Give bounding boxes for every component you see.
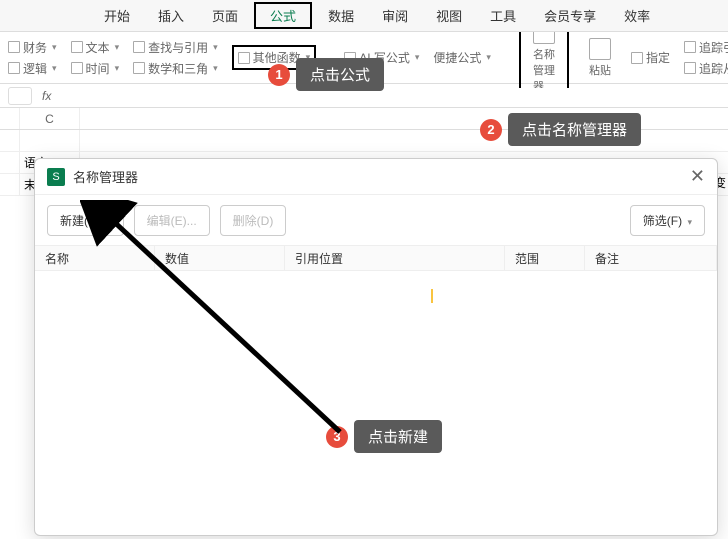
new-button[interactable]: 新建(N)... [47,205,124,236]
ribbon-trace-precedents[interactable]: 追踪引用 [684,39,728,56]
col-header-c[interactable]: C [20,108,80,129]
dialog-column-headers: 名称 数值 引用位置 范围 备注 [35,245,717,271]
name-manager-button[interactable]: 名称管理器 [527,22,561,94]
ribbon-finance[interactable]: 财务▾ [8,39,57,56]
cell[interactable] [20,130,80,151]
ribbon-tabs: 开始 插入 页面 公式 数据 审阅 视图 工具 会员专享 效率 [0,0,728,32]
edit-button: 编辑(E)... [134,205,210,236]
corner-cell[interactable] [0,108,20,129]
ribbon-math[interactable]: 数学和三角▾ [133,60,218,77]
name-manager-dialog: S 名称管理器 ✕ 新建(N)... 编辑(E)... 删除(D) 筛选(F) … [34,158,718,536]
math-icon [133,62,145,74]
tab-page[interactable]: 页面 [198,0,252,31]
annotation-badge-2: 2 [480,119,502,141]
dialog-badge-icon: S [47,168,65,186]
fn-icon [238,52,250,64]
dialog-list-body[interactable] [35,271,717,531]
annotation-text-1: 点击公式 [296,58,384,91]
tab-data[interactable]: 数据 [314,0,368,31]
tab-tools[interactable]: 工具 [476,0,530,31]
tab-member[interactable]: 会员专享 [530,0,610,31]
cursor-indicator [431,289,433,303]
dialog-title: 名称管理器 [73,167,138,186]
col-ref[interactable]: 引用位置 [285,246,505,270]
ribbon-specify[interactable]: 指定 [631,49,670,66]
ribbon-time[interactable]: 时间▾ [71,60,120,77]
chevron-down-icon: ▾ [687,217,692,227]
lookup-icon [133,41,145,53]
name-box[interactable] [8,87,32,105]
annotation-1: 1 点击公式 [268,58,384,91]
ribbon-logic[interactable]: 逻辑▾ [8,60,57,77]
doc-icon [8,62,20,74]
tab-efficiency[interactable]: 效率 [610,0,664,31]
annotation-text-3: 点击新建 [354,420,442,453]
paste-icon [589,38,611,60]
dialog-toolbar: 新建(N)... 编辑(E)... 删除(D) 筛选(F) ▾ [35,195,717,245]
annotation-2: 2 点击名称管理器 [480,113,641,146]
annotation-3: 3 点击新建 [326,420,442,453]
annotation-badge-3: 3 [326,426,348,448]
paste-button[interactable]: 粘贴 [583,38,617,78]
ribbon-text[interactable]: 文本▾ [71,39,120,56]
col-value[interactable]: 数值 [155,246,285,270]
close-icon[interactable]: ✕ [690,166,705,187]
trace-icon [684,41,696,53]
col-comment[interactable]: 备注 [585,246,717,270]
annotation-text-2: 点击名称管理器 [508,113,641,146]
col-name[interactable]: 名称 [35,246,155,270]
dialog-titlebar: S 名称管理器 ✕ [35,159,717,195]
ribbon-trace-dependents[interactable]: 追踪从属 [684,60,728,77]
tab-review[interactable]: 审阅 [368,0,422,31]
annotation-badge-1: 1 [268,64,290,86]
tab-start[interactable]: 开始 [90,0,144,31]
col-scope[interactable]: 范围 [505,246,585,270]
fx-icon[interactable]: fx [42,89,51,103]
text-icon [71,41,83,53]
ribbon-quick-formula[interactable]: 便捷公式▾ [433,49,491,66]
trace-icon [684,62,696,74]
specify-icon [631,52,643,64]
formula-input[interactable] [61,88,720,103]
clock-icon [71,62,83,74]
tab-insert[interactable]: 插入 [144,0,198,31]
tab-view[interactable]: 视图 [422,0,476,31]
ribbon-lookup[interactable]: 查找与引用▾ [133,39,218,56]
filter-button[interactable]: 筛选(F) ▾ [630,205,705,236]
doc-icon [8,41,20,53]
delete-button: 删除(D) [220,205,287,236]
tab-formula[interactable]: 公式 [254,2,312,29]
